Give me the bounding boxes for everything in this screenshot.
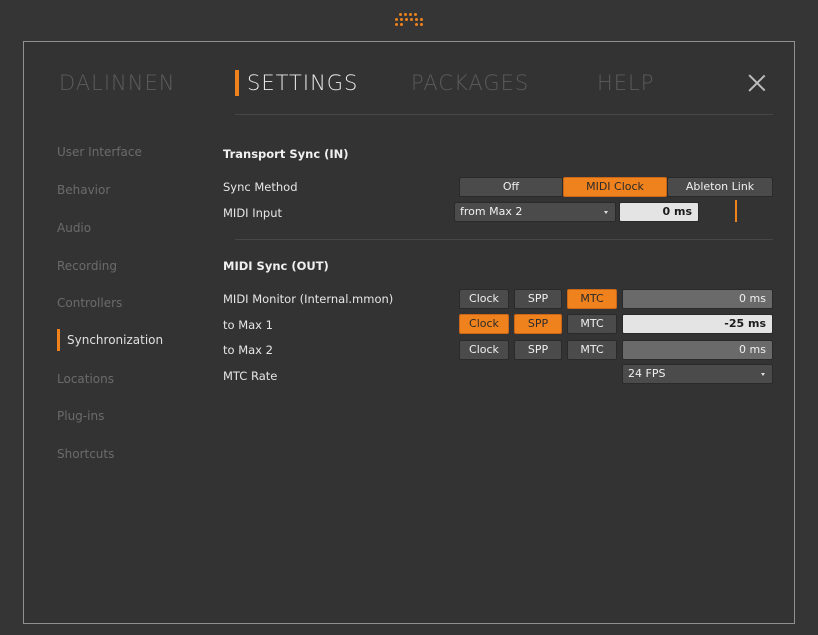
tab-packages[interactable]: PACKAGES: [411, 71, 529, 95]
midi-monitor-offset-field[interactable]: 0 ms: [622, 289, 773, 309]
to-max-2-offset-field[interactable]: 0 ms: [622, 340, 773, 360]
midi-monitor-spp-toggle[interactable]: SPP: [514, 289, 562, 309]
to-max-2-spp-toggle[interactable]: SPP: [514, 340, 562, 360]
to-max-2-label: to Max 2: [223, 343, 273, 357]
midi-input-value: from Max 2: [460, 205, 523, 218]
mtc-rate-select[interactable]: 24 FPS: [622, 364, 773, 384]
header-divider: [235, 114, 773, 115]
to-max-2-clock-toggle[interactable]: Clock: [459, 340, 509, 360]
transport-sync-in-header: Transport Sync (IN): [223, 147, 349, 161]
sidebar-item-audio[interactable]: Audio: [57, 221, 91, 235]
to-max-1-label: to Max 1: [223, 318, 273, 332]
sidebar-item-locations[interactable]: Locations: [57, 372, 114, 386]
sidebar-item-controllers[interactable]: Controllers: [57, 296, 122, 310]
midi-input-select[interactable]: from Max 2: [454, 202, 616, 222]
sidebar-item-synchronization[interactable]: Synchronization: [67, 333, 163, 347]
sidebar-item-recording[interactable]: Recording: [57, 259, 117, 273]
bitwig-logo-icon: [392, 11, 426, 31]
sidebar-item-plug-ins[interactable]: Plug-ins: [57, 409, 104, 423]
sidebar-item-behavior[interactable]: Behavior: [57, 183, 110, 197]
to-max-2-mtc-toggle[interactable]: MTC: [567, 340, 617, 360]
mtc-rate-label: MTC Rate: [223, 369, 278, 383]
chevron-down-icon: [761, 373, 765, 376]
sidebar-active-indicator: [57, 329, 60, 351]
to-max-1-clock-toggle[interactable]: Clock: [459, 314, 509, 334]
midi-input-activity-meter: [735, 200, 737, 222]
midi-monitor-mtc-toggle[interactable]: MTC: [567, 289, 617, 309]
midi-sync-out-header: MIDI Sync (OUT): [223, 259, 329, 273]
midi-input-label: MIDI Input: [223, 206, 282, 220]
sync-ableton-link-button[interactable]: Ableton Link: [667, 177, 773, 197]
mtc-rate-value: 24 FPS: [628, 367, 666, 380]
midi-monitor-clock-toggle[interactable]: Clock: [459, 289, 509, 309]
section-divider: [235, 239, 773, 240]
tab-help[interactable]: HELP: [597, 71, 654, 95]
to-max-1-mtc-toggle[interactable]: MTC: [567, 314, 617, 334]
to-max-1-offset-field[interactable]: -25 ms: [622, 314, 773, 334]
close-icon[interactable]: [748, 74, 766, 92]
sidebar-item-user-interface[interactable]: User Interface: [57, 145, 142, 159]
tab-dalinnen[interactable]: DALINNEN: [59, 71, 175, 95]
to-max-1-spp-toggle[interactable]: SPP: [514, 314, 562, 334]
active-tab-indicator: [235, 70, 239, 96]
sync-method-label: Sync Method: [223, 180, 298, 194]
tab-settings[interactable]: SETTINGS: [247, 71, 358, 95]
sidebar-item-shortcuts[interactable]: Shortcuts: [57, 447, 114, 461]
midi-monitor-label: MIDI Monitor (Internal.mmon): [223, 292, 394, 306]
sync-off-button[interactable]: Off: [459, 177, 563, 197]
midi-input-offset-field[interactable]: 0 ms: [619, 202, 699, 222]
sync-midi-clock-button[interactable]: MIDI Clock: [563, 177, 667, 197]
chevron-down-icon: [604, 211, 608, 214]
